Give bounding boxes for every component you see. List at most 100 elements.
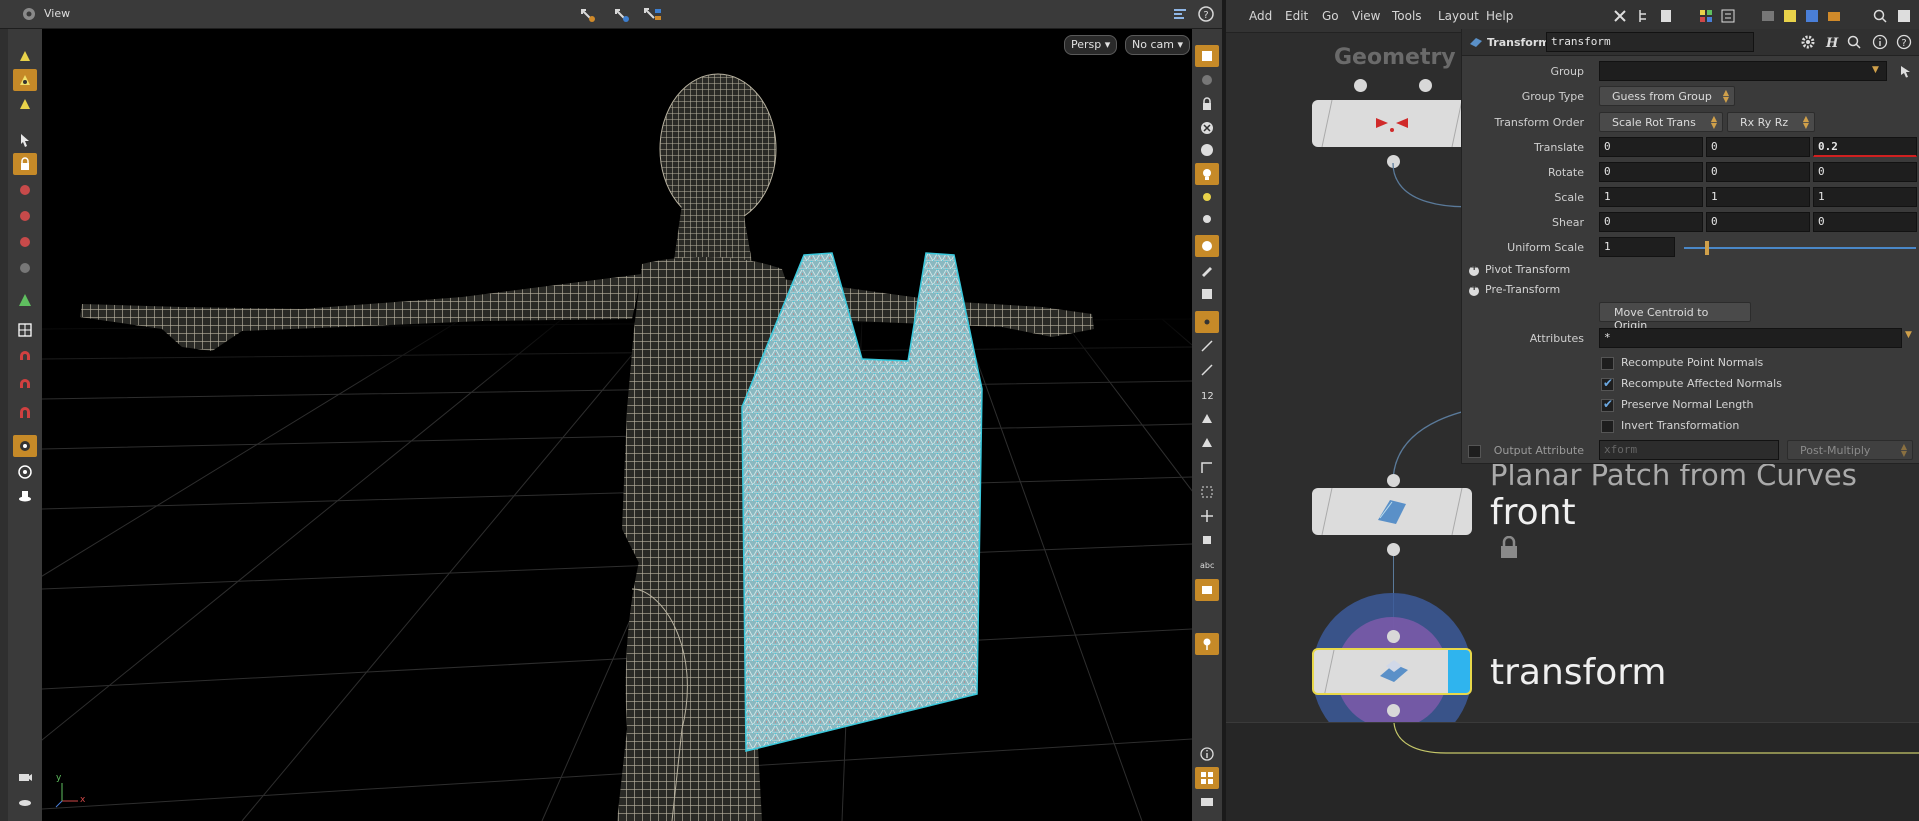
arrow-select-icon[interactable]: [13, 129, 37, 151]
curve-display-icon[interactable]: [1195, 457, 1219, 479]
menu-tools[interactable]: Tools: [1392, 9, 1422, 23]
camera-icon[interactable]: [13, 765, 37, 787]
render-icon[interactable]: [1195, 791, 1219, 813]
node-input-port[interactable]: [1387, 630, 1400, 643]
expand-icon[interactable]: [1469, 262, 1479, 276]
handle-tool-icon[interactable]: [612, 6, 632, 27]
close-icon[interactable]: [1195, 117, 1219, 139]
snap-tool-icon[interactable]: [578, 6, 598, 27]
ghost-icon[interactable]: [1195, 69, 1219, 91]
scale-z-field[interactable]: 1: [1813, 187, 1917, 207]
attributes-field[interactable]: *: [1599, 328, 1902, 348]
search-icon[interactable]: [1846, 34, 1862, 53]
invert-transformation-checkbox[interactable]: [1601, 420, 1614, 433]
uniform-scale-slider[interactable]: [1684, 241, 1916, 255]
light-bulb-icon[interactable]: [1195, 187, 1219, 209]
background-image-icon[interactable]: [1804, 8, 1820, 27]
rotate-z-field[interactable]: 0: [1813, 162, 1917, 182]
grid-view-icon[interactable]: [1698, 8, 1714, 27]
recompute-affected-normals-checkbox[interactable]: [1601, 376, 1614, 391]
preserve-normal-length-checkbox[interactable]: [1601, 397, 1614, 412]
node-transform[interactable]: [1312, 648, 1472, 695]
text-display-icon[interactable]: abc: [1195, 553, 1219, 575]
point-display-icon[interactable]: [1195, 311, 1219, 333]
view-tool-icon[interactable]: [13, 435, 37, 457]
scale-y-field[interactable]: 1: [1706, 187, 1810, 207]
pin-icon[interactable]: [1195, 633, 1219, 655]
chevron-down-icon[interactable]: ▼: [1905, 330, 1912, 340]
select-connected-icon[interactable]: [13, 231, 37, 253]
menu-view[interactable]: View: [1352, 9, 1380, 23]
display-icon[interactable]: [13, 791, 37, 813]
viewport-lock-icon[interactable]: [1195, 93, 1219, 115]
multi-handle-icon[interactable]: [642, 6, 664, 27]
headlight-icon[interactable]: [1195, 209, 1219, 231]
dependency-icon[interactable]: [1826, 8, 1842, 27]
group-field[interactable]: [1599, 61, 1887, 81]
expand-icon[interactable]: [1469, 282, 1479, 296]
vertex-display-icon[interactable]: [1195, 283, 1219, 305]
search-icon[interactable]: [1872, 8, 1888, 27]
node-input-port[interactable]: [1354, 79, 1367, 92]
camera-select-menu[interactable]: No cam ▾: [1125, 35, 1190, 55]
display-flag[interactable]: [1448, 650, 1470, 693]
node-output-port[interactable]: [1387, 543, 1400, 556]
info-icon[interactable]: [1195, 743, 1219, 765]
uniform-scale-field[interactable]: 1: [1599, 237, 1675, 257]
output-attribute-field[interactable]: xform: [1599, 440, 1779, 460]
snap-magnet-icon[interactable]: [13, 403, 37, 425]
shading-mode-icon[interactable]: [1195, 235, 1219, 257]
node-front[interactable]: [1312, 488, 1472, 535]
transform-tool-icon[interactable]: [13, 289, 37, 311]
recompute-point-normals-checkbox[interactable]: [1601, 357, 1614, 370]
rotate-y-field[interactable]: 0: [1706, 162, 1810, 182]
select-visible-icon[interactable]: [13, 205, 37, 227]
lock-icon[interactable]: [13, 153, 37, 175]
translate-y-field[interactable]: 0: [1706, 137, 1810, 157]
info-icon[interactable]: [1872, 34, 1888, 53]
transform-order-menu[interactable]: Scale Rot Trans ▲ ▼: [1599, 112, 1723, 132]
prim-numbers-icon[interactable]: [1195, 431, 1219, 453]
snap-grid-icon[interactable]: [13, 319, 37, 341]
node-name-field[interactable]: transform: [1546, 32, 1754, 52]
display-options-icon[interactable]: [1172, 6, 1188, 25]
menu-edit[interactable]: Edit: [1285, 9, 1308, 23]
shear-x-field[interactable]: 0: [1599, 212, 1703, 232]
menu-go[interactable]: Go: [1322, 9, 1339, 23]
slider-handle[interactable]: [1705, 241, 1710, 255]
point-select-icon[interactable]: [13, 69, 37, 91]
group-type-menu[interactable]: Guess from Group ▲ ▼: [1599, 86, 1735, 106]
sticky-note-icon[interactable]: [1782, 8, 1798, 27]
help-icon[interactable]: ?: [1198, 6, 1214, 25]
select-arrow-icon[interactable]: [1899, 64, 1913, 81]
paint-icon[interactable]: [1195, 259, 1219, 281]
point-numbers-icon[interactable]: 12: [1195, 383, 1219, 405]
translate-z-field[interactable]: 0.2: [1813, 137, 1917, 157]
background-icon[interactable]: [1195, 139, 1219, 161]
bounding-box-icon[interactable]: [1195, 481, 1219, 503]
render-region-icon[interactable]: [13, 461, 37, 483]
node-input-port[interactable]: [1387, 474, 1400, 487]
notes-icon[interactable]: [1658, 8, 1674, 27]
output-mode-menu[interactable]: Post-Multiply ▲ ▼: [1787, 440, 1913, 460]
list-view-icon[interactable]: [1720, 8, 1736, 27]
template-icon[interactable]: [1195, 529, 1219, 551]
shear-z-field[interactable]: 0: [1813, 212, 1917, 232]
snap-point-icon[interactable]: [13, 375, 37, 397]
view-pane-icon[interactable]: [20, 6, 38, 22]
node-input-port[interactable]: [1419, 79, 1432, 92]
select-all-icon[interactable]: [13, 179, 37, 201]
gear-icon[interactable]: [1800, 34, 1816, 53]
tools-icon[interactable]: [1612, 8, 1628, 27]
lighting-icon[interactable]: [1195, 163, 1219, 185]
houdini-help-icon[interactable]: H: [1824, 34, 1840, 53]
grow-select-icon[interactable]: [13, 257, 37, 279]
normal-display-icon[interactable]: [1195, 335, 1219, 357]
pre-transform-folder[interactable]: Pre-Transform: [1485, 283, 1560, 296]
menu-help[interactable]: Help: [1486, 9, 1513, 23]
snap-curve-icon[interactable]: [13, 347, 37, 369]
prim-select-icon[interactable]: [13, 93, 37, 115]
help-icon[interactable]: ?: [1896, 34, 1912, 53]
menu-add[interactable]: Add: [1249, 9, 1272, 23]
scale-x-field[interactable]: 1: [1599, 187, 1703, 207]
